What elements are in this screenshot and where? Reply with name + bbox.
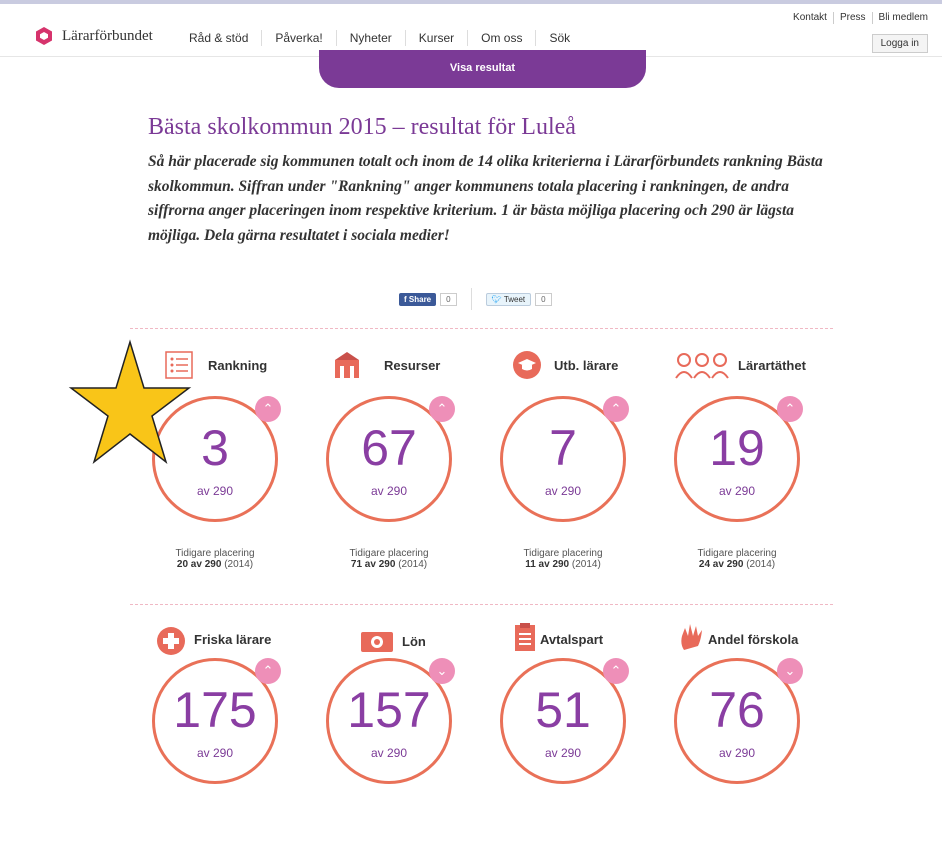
people-icon xyxy=(675,353,729,379)
rank-of-total: av 290 xyxy=(544,746,582,760)
page-title: Bästa skolkommun 2015 – resultat för Lul… xyxy=(148,114,576,140)
rank-ring: 157 av 290 ⌄ xyxy=(326,658,455,784)
rank-of-total: av 290 xyxy=(718,484,756,498)
previous-year: (2014) xyxy=(746,559,776,570)
criterion-resurser: Resurser 67 av 290 ⌃ Tidigare placering … xyxy=(326,350,506,590)
graduation-cap-icon xyxy=(513,351,541,379)
rank-of-total: av 290 xyxy=(196,746,234,760)
trend-up-icon: ⌃ xyxy=(255,658,281,684)
util-bli-medlem[interactable]: Bli medlem xyxy=(871,12,934,24)
rank-of-total: av 290 xyxy=(370,746,408,760)
previous-label: Tidigare placering xyxy=(349,548,429,559)
rank-ring: 175 av 290 ⌃ xyxy=(152,658,281,784)
previous-value: 20 av 290 xyxy=(176,559,222,570)
login-button[interactable]: Logga in xyxy=(871,34,928,53)
nav-kurser[interactable]: Kurser xyxy=(404,30,467,46)
previous-placement: Tidigare placering 71 av 290 (2014) xyxy=(326,548,452,570)
criterion-lon: Lön 157 av 290 ⌄ xyxy=(326,626,506,866)
utility-nav: Kontakt Press Bli medlem xyxy=(787,12,934,24)
rank-ring: 67 av 290 ⌃ xyxy=(326,396,455,522)
criterion-label: Friska lärare xyxy=(194,632,272,647)
previous-placement: Tidigare placering 11 av 290 (2014) xyxy=(500,548,626,570)
main-nav: Råd & stöd Påverka! Nyheter Kurser Om os… xyxy=(176,30,583,46)
previous-value: 11 av 290 xyxy=(525,559,570,570)
nav-sok[interactable]: Sök xyxy=(535,30,583,46)
trend-up-icon: ⌃ xyxy=(603,396,629,422)
rank-of-total: av 290 xyxy=(544,484,582,498)
criterion-andel-forskola: Andel förskola 76 av 290 ⌄ xyxy=(674,624,854,866)
nav-rad-och-stod[interactable]: Råd & stöd xyxy=(176,30,261,46)
rank-number: 76 xyxy=(709,682,765,738)
intro-text: Så här placerade sig kommunen totalt och… xyxy=(148,153,823,244)
previous-year: (2014) xyxy=(571,559,601,570)
criterion-label: Rankning xyxy=(208,358,268,373)
previous-year: (2014) xyxy=(398,559,428,570)
rank-number: 157 xyxy=(347,682,431,738)
criterion-label: Resurser xyxy=(384,358,441,373)
section-divider-2 xyxy=(130,604,833,605)
visa-resultat-button[interactable]: Visa resultat xyxy=(319,50,646,88)
previous-placement: Tidigare placering 20 av 290 (2014) xyxy=(152,548,278,570)
facebook-share-button[interactable]: f Share xyxy=(399,292,437,306)
star-icon xyxy=(68,339,192,465)
previous-label: Tidigare placering xyxy=(697,548,777,559)
tweet-button[interactable]: 🐦︎ Tweet xyxy=(485,292,532,306)
trend-down-icon: ⌄ xyxy=(429,658,455,684)
previous-year: (2014) xyxy=(224,559,254,570)
building-icon xyxy=(335,352,359,378)
section-divider-1 xyxy=(130,328,833,329)
rank-ring: 19 av 290 ⌃ xyxy=(674,396,803,522)
rank-of-total: av 290 xyxy=(196,484,234,498)
health-cross-icon xyxy=(157,627,185,655)
facebook-share-label: Share xyxy=(408,294,432,304)
previous-placement: Tidigare placering 24 av 290 (2014) xyxy=(674,548,800,570)
nav-om-oss[interactable]: Om oss xyxy=(467,30,535,46)
nav-paverka[interactable]: Påverka! xyxy=(261,30,335,46)
social-separator xyxy=(470,288,472,310)
criterion-label: Lärartäthet xyxy=(738,358,806,373)
nav-nyheter[interactable]: Nyheter xyxy=(335,30,405,46)
previous-label: Tidigare placering xyxy=(523,548,603,559)
rank-number: 175 xyxy=(173,682,257,738)
previous-label: Tidigare placering xyxy=(175,548,255,559)
logo-text: Lärarförbundet xyxy=(62,27,153,44)
trend-down-icon: ⌄ xyxy=(777,658,803,684)
trend-up-icon: ⌃ xyxy=(429,396,455,422)
rank-number: 67 xyxy=(361,420,417,476)
previous-value: 24 av 290 xyxy=(698,559,744,570)
criterion-utb-larare: Utb. lärare 7 av 290 ⌃ Tidigare placerin… xyxy=(500,350,680,590)
rank-number: 7 xyxy=(549,420,577,476)
criterion-label: Andel förskola xyxy=(708,632,799,647)
util-kontakt[interactable]: Kontakt xyxy=(787,12,833,24)
trend-up-icon: ⌃ xyxy=(777,396,803,422)
tweet-label: Tweet xyxy=(503,294,526,304)
criterion-avtalspart: Avtalspart 51 av 290 ⌃ xyxy=(500,623,680,866)
criterion-label: Avtalspart xyxy=(540,632,604,647)
money-icon xyxy=(361,632,393,652)
hand-icon xyxy=(681,624,702,650)
social-share-bar: f Share 0 🐦︎ Tweet 0 xyxy=(399,288,552,310)
criterion-friska-larare: Friska lärare 175 av 290 ⌃ xyxy=(152,626,332,866)
tweet-count: 0 xyxy=(535,292,552,306)
facebook-share-count: 0 xyxy=(440,292,457,306)
criterion-label: Lön xyxy=(402,634,426,649)
rank-number: 51 xyxy=(535,682,591,738)
trend-up-icon: ⌃ xyxy=(255,396,281,422)
rank-of-total: av 290 xyxy=(718,746,756,760)
criterion-label: Utb. lärare xyxy=(554,358,619,373)
util-press[interactable]: Press xyxy=(832,12,872,24)
document-icon xyxy=(515,623,535,651)
site-logo[interactable]: Lärarförbundet xyxy=(34,26,153,46)
rank-ring: 76 av 290 ⌄ xyxy=(674,658,803,784)
rank-of-total: av 290 xyxy=(370,484,408,498)
rank-number: 19 xyxy=(709,420,765,476)
criterion-larartathet: Lärartäthet 19 av 290 ⌃ Tidigare placeri… xyxy=(674,350,854,590)
trend-up-icon: ⌃ xyxy=(603,658,629,684)
rank-ring: 51 av 290 ⌃ xyxy=(500,658,629,784)
rank-ring: 7 av 290 ⌃ xyxy=(500,396,629,522)
logo-mark-icon xyxy=(36,27,52,45)
previous-value: 71 av 290 xyxy=(350,559,396,570)
